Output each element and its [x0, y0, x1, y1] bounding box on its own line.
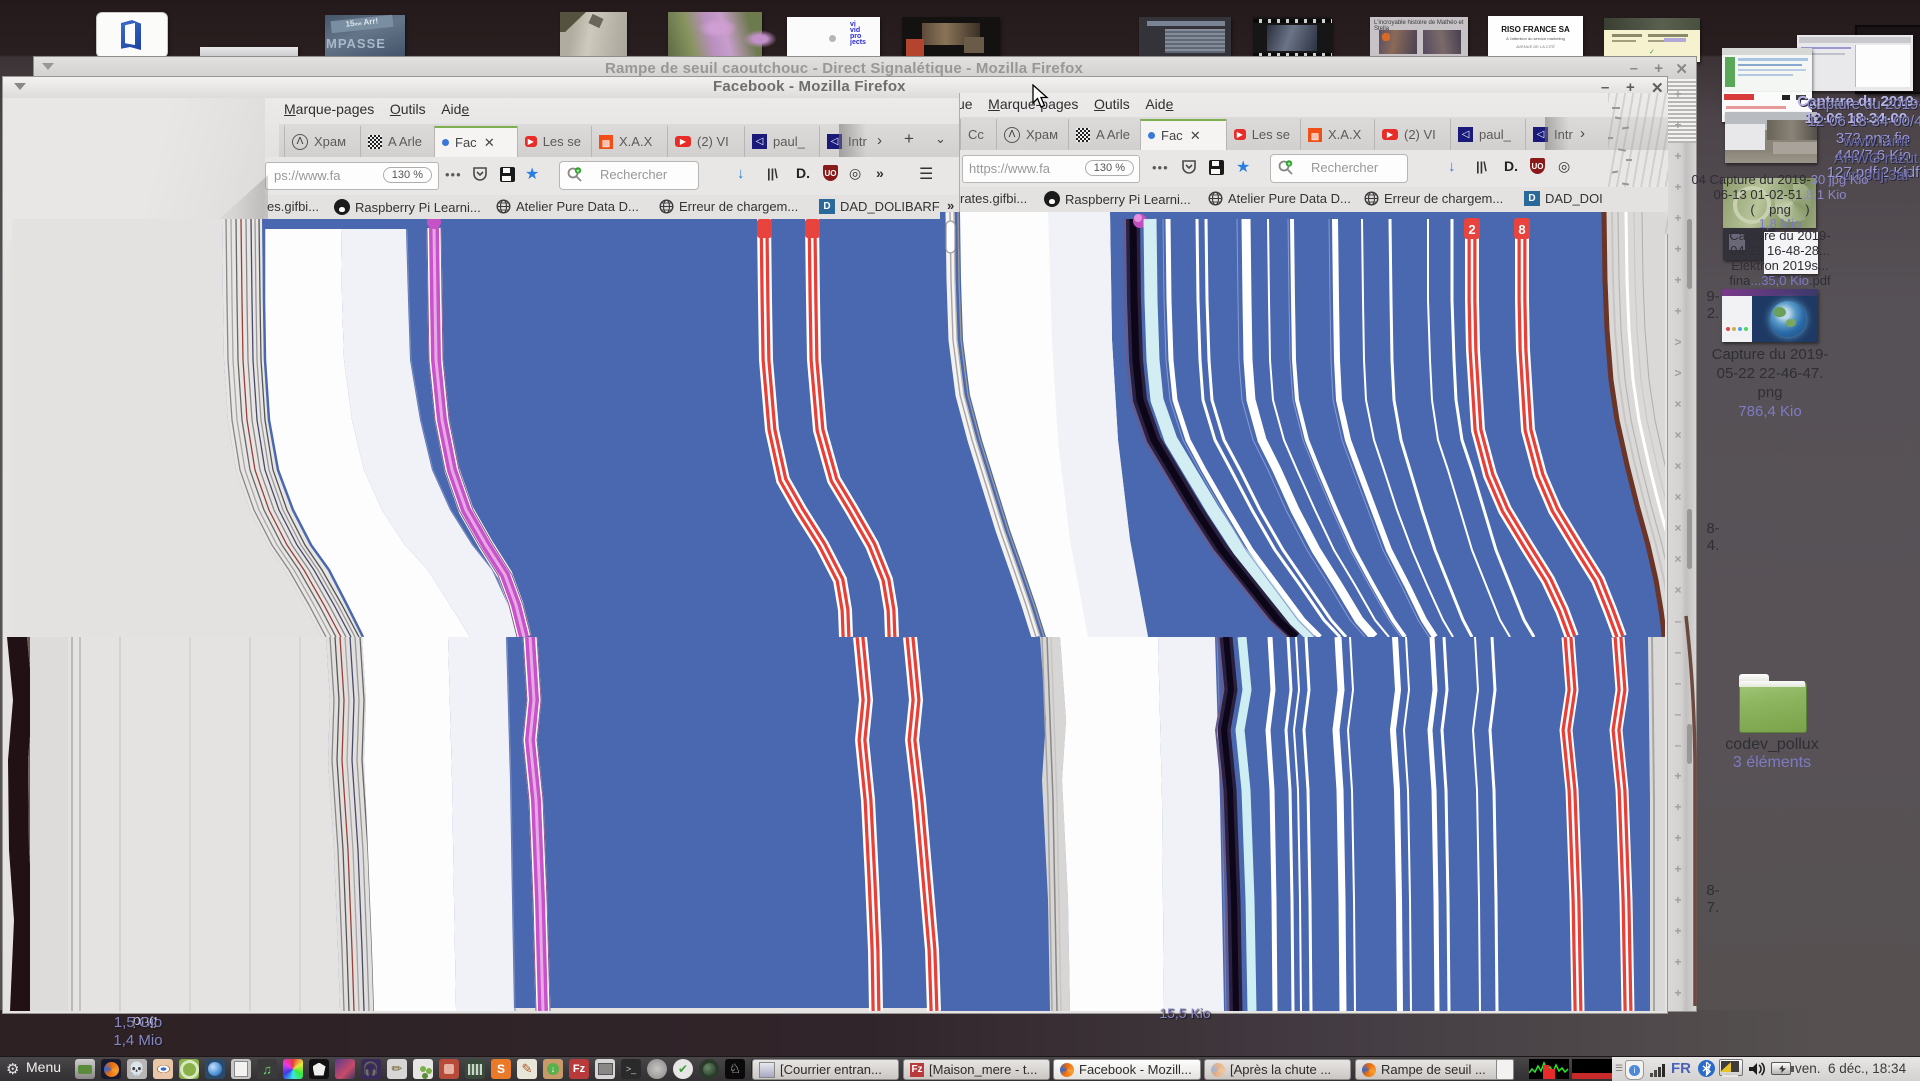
svg-text:8: 8 [1518, 222, 1525, 237]
svg-text:2: 2 [1468, 222, 1475, 237]
